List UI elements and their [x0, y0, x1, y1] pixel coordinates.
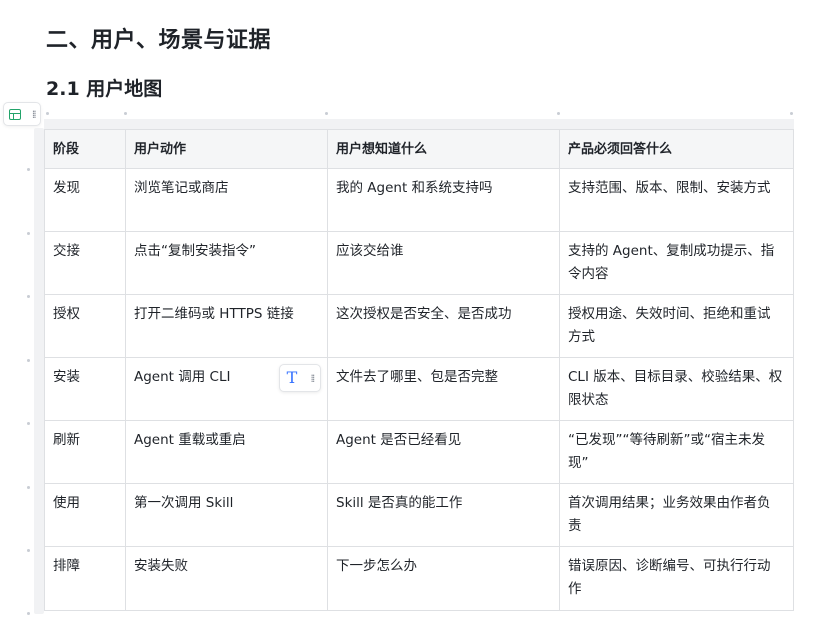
- table-cell[interactable]: CLI 版本、目标目录、校验结果、权限状态: [559, 357, 794, 421]
- table-row-rail[interactable]: [34, 128, 44, 614]
- row-handle-dot[interactable]: [27, 549, 30, 552]
- table-cell[interactable]: 错误原因、诊断编号、可执行行动作: [559, 546, 794, 611]
- table-row: 授权 打开二维码或 HTTPS 链接 这次授权是否安全、是否成功 授权用途、失效…: [44, 294, 794, 358]
- header-product-answer[interactable]: 产品必须回答什么: [559, 129, 794, 169]
- column-handle-dot[interactable]: [790, 112, 793, 115]
- table-row: 使用 第一次调用 Skill Skill 是否真的能工作 首次调用结果；业务效果…: [44, 483, 794, 547]
- table-cell[interactable]: 浏览笔记或商店: [125, 168, 328, 232]
- row-handle-dot[interactable]: [27, 168, 30, 171]
- text-format-icon[interactable]: T: [287, 370, 298, 386]
- drag-grip-icon[interactable]: ⁞⁞: [310, 373, 315, 384]
- table-cell[interactable]: 刷新: [44, 420, 126, 484]
- table-cell[interactable]: 交接: [44, 231, 126, 295]
- table-cell-active[interactable]: Agent 调用 CLI T ⁞⁞: [125, 357, 328, 421]
- table-cell[interactable]: 授权用途、失效时间、拒绝和重试方式: [559, 294, 794, 358]
- column-handle-dot[interactable]: [124, 112, 127, 115]
- table-cell[interactable]: 支持范围、版本、限制、安装方式: [559, 168, 794, 232]
- table-row: 排障 安装失败 下一步怎么办 错误原因、诊断编号、可执行行动作: [44, 546, 794, 611]
- table-cell[interactable]: 发现: [44, 168, 126, 232]
- table-cell[interactable]: 这次授权是否安全、是否成功: [327, 294, 560, 358]
- table-icon: [9, 108, 22, 120]
- table-cell[interactable]: “已发现”“等待刷新”或“宿主未发现”: [559, 420, 794, 484]
- column-handle-dot[interactable]: [46, 112, 49, 115]
- section-heading: 二、用户、场景与证据: [46, 28, 272, 53]
- user-map-table: 阶段 用户动作 用户想知道什么 产品必须回答什么 发现 浏览笔记或商店 我的 A…: [44, 129, 794, 611]
- row-handle-dot[interactable]: [27, 295, 30, 298]
- table-cell[interactable]: Agent 是否已经看见: [327, 420, 560, 484]
- table-cell[interactable]: 支持的 Agent、复制成功提示、指令内容: [559, 231, 794, 295]
- table-cell[interactable]: Agent 重载或重启: [125, 420, 328, 484]
- cell-text: Agent 调用 CLI: [134, 369, 231, 385]
- table-row: 发现 浏览笔记或商店 我的 Agent 和系统支持吗 支持范围、版本、限制、安装…: [44, 168, 794, 232]
- row-handle-dot[interactable]: [27, 232, 30, 235]
- table-cell[interactable]: 点击“复制安装指令”: [125, 231, 328, 295]
- table-cell[interactable]: 打开二维码或 HTTPS 链接: [125, 294, 328, 358]
- text-format-toolbar[interactable]: T ⁞⁞: [279, 364, 321, 392]
- table-cell[interactable]: 授权: [44, 294, 126, 358]
- table-cell[interactable]: 文件去了哪里、包是否完整: [327, 357, 560, 421]
- subsection-heading: 2.1 用户地图: [46, 78, 163, 100]
- table-cell[interactable]: 首次调用结果；业务效果由作者负责: [559, 483, 794, 547]
- table-block-handle[interactable]: ⁞⁞: [3, 102, 41, 126]
- row-handle-dot[interactable]: [27, 422, 30, 425]
- table-cell[interactable]: 排障: [44, 546, 126, 611]
- table-cell[interactable]: 安装失败: [125, 546, 328, 611]
- table-column-rail[interactable]: [44, 119, 794, 129]
- row-handle-dot[interactable]: [27, 486, 30, 489]
- header-stage[interactable]: 阶段: [44, 129, 126, 169]
- table-header-row: 阶段 用户动作 用户想知道什么 产品必须回答什么: [44, 129, 794, 169]
- row-handle-dot[interactable]: [27, 359, 30, 362]
- header-user-action[interactable]: 用户动作: [125, 129, 328, 169]
- table-cell[interactable]: 下一步怎么办: [327, 546, 560, 611]
- table-cell[interactable]: 使用: [44, 483, 126, 547]
- table-cell[interactable]: Skill 是否真的能工作: [327, 483, 560, 547]
- table-row: 刷新 Agent 重载或重启 Agent 是否已经看见 “已发现”“等待刷新”或…: [44, 420, 794, 484]
- table-row: 交接 点击“复制安装指令” 应该交给谁 支持的 Agent、复制成功提示、指令内…: [44, 231, 794, 295]
- table-cell[interactable]: 第一次调用 Skill: [125, 483, 328, 547]
- table-cell[interactable]: 我的 Agent 和系统支持吗: [327, 168, 560, 232]
- table-row: 安装 Agent 调用 CLI T ⁞⁞ 文件去了哪里、包是否完整 CLI 版本…: [44, 357, 794, 421]
- row-handle-dot[interactable]: [27, 612, 30, 615]
- column-handle-dot[interactable]: [557, 112, 560, 115]
- table-cell[interactable]: 安装: [44, 357, 126, 421]
- table-cell[interactable]: 应该交给谁: [327, 231, 560, 295]
- header-user-question[interactable]: 用户想知道什么: [327, 129, 560, 169]
- drag-grip-icon[interactable]: ⁞⁞: [32, 109, 37, 120]
- column-handle-dot[interactable]: [325, 112, 328, 115]
